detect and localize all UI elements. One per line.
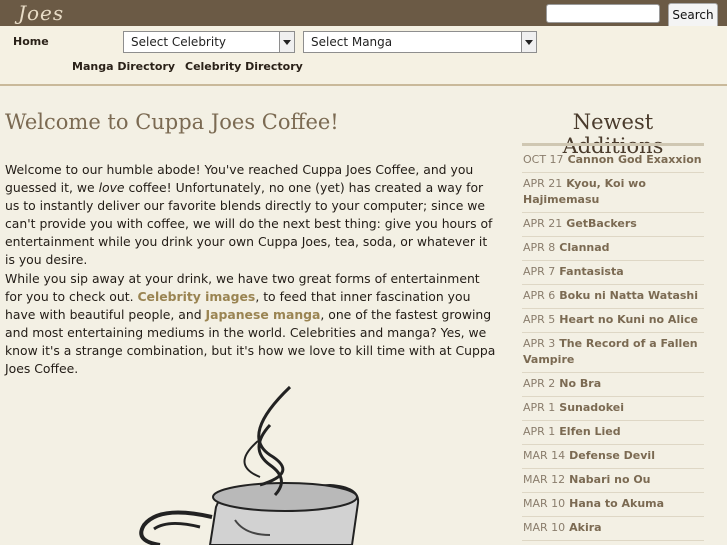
site-logo[interactable]: Joes xyxy=(18,0,64,26)
addition-date: OCT 17 xyxy=(523,153,564,166)
list-item[interactable]: APR 6 Boku ni Natta Watashi xyxy=(522,285,704,309)
list-item[interactable]: MAR 10 Hana to Akuma xyxy=(522,493,704,517)
addition-date: APR 1 xyxy=(523,425,556,438)
list-item[interactable]: MAR 14 Defense Devil xyxy=(522,445,704,469)
manga-directory-link[interactable]: Manga Directory xyxy=(72,60,175,73)
addition-title-link[interactable]: Elfen Lied xyxy=(559,425,620,438)
list-item[interactable]: MAR 10 Akira xyxy=(522,517,704,541)
celebrity-directory-link[interactable]: Celebrity Directory xyxy=(185,60,303,73)
addition-date: APR 7 xyxy=(523,265,556,278)
list-item[interactable]: APR 1 Sunadokei xyxy=(522,397,704,421)
chevron-down-icon xyxy=(279,32,294,52)
list-item[interactable]: APR 8 Clannad xyxy=(522,237,704,261)
celebrity-select-value: Select Celebrity xyxy=(131,35,227,49)
entertainment-paragraph: While you sip away at your drink, we hav… xyxy=(5,270,497,378)
addition-title-link[interactable]: Sunadokei xyxy=(559,401,624,414)
list-item[interactable]: APR 21 GetBackers xyxy=(522,213,704,237)
addition-date: APR 2 xyxy=(523,377,556,390)
list-item[interactable]: APR 21 Kyou, Koi wo Hajimemasu xyxy=(522,173,704,213)
addition-date: MAR 12 xyxy=(523,473,566,486)
addition-title-link[interactable]: Clannad xyxy=(559,241,609,254)
addition-title-link[interactable]: Boku ni Natta Watashi xyxy=(559,289,698,302)
addition-date: APR 8 xyxy=(523,241,556,254)
coffee-cup-illustration xyxy=(139,385,360,545)
intro-paragraph: Welcome to our humble abode! You've reac… xyxy=(5,161,497,269)
addition-title-link[interactable]: Nabari no Ou xyxy=(569,473,650,486)
list-item[interactable]: MAR 12 Nabari no Ou xyxy=(522,469,704,493)
addition-date: MAR 14 xyxy=(523,449,566,462)
manga-select[interactable]: Select Manga xyxy=(303,31,537,53)
addition-title-link[interactable]: No Bra xyxy=(559,377,601,390)
chevron-down-icon xyxy=(521,32,536,52)
addition-title-link[interactable]: Akira xyxy=(569,521,601,534)
newest-additions-list: OCT 17 Cannon God Exaxxion APR 21 Kyou, Koi… xyxy=(522,149,704,541)
list-item[interactable]: APR 5 Heart no Kuni no Alice xyxy=(522,309,704,333)
addition-title-link[interactable]: Heart no Kuni no Alice xyxy=(559,313,698,326)
addition-date: APR 6 xyxy=(523,289,556,302)
search-input[interactable] xyxy=(546,4,660,23)
top-bar: Joes Search xyxy=(0,0,727,29)
addition-date: MAR 10 xyxy=(523,521,566,534)
addition-title-link[interactable]: GetBackers xyxy=(566,217,637,230)
japanese-manga-link[interactable]: Japanese manga xyxy=(206,307,321,322)
intro-emphasis: love xyxy=(98,180,125,195)
page-title: Welcome to Cuppa Joes Coffee! xyxy=(5,110,339,134)
addition-title-link[interactable]: Defense Devil xyxy=(569,449,655,462)
main-nav: Home Select Celebrity Select Manga Manga… xyxy=(0,26,727,86)
nav-home-link[interactable]: Home xyxy=(13,35,49,48)
celebrity-select[interactable]: Select Celebrity xyxy=(123,31,295,53)
addition-date: MAR 10 xyxy=(523,497,566,510)
celebrity-images-link[interactable]: Celebrity images xyxy=(137,289,255,304)
list-item[interactable]: APR 2 No Bra xyxy=(522,373,704,397)
divider xyxy=(522,143,704,146)
list-item[interactable]: OCT 17 Cannon God Exaxxion xyxy=(522,149,704,173)
addition-title-link[interactable]: Hana to Akuma xyxy=(569,497,664,510)
addition-date: APR 1 xyxy=(523,401,556,414)
addition-title-link[interactable]: Cannon God Exaxxion xyxy=(568,153,702,166)
addition-date: APR 3 xyxy=(523,337,556,350)
addition-date: APR 21 xyxy=(523,217,563,230)
addition-title-link[interactable]: Fantasista xyxy=(559,265,623,278)
list-item[interactable]: APR 3 The Record of a Fallen Vampire xyxy=(522,333,704,373)
addition-date: APR 5 xyxy=(523,313,556,326)
list-item[interactable]: APR 7 Fantasista xyxy=(522,261,704,285)
addition-date: APR 21 xyxy=(523,177,563,190)
manga-select-value: Select Manga xyxy=(311,35,393,49)
list-item[interactable]: APR 1 Elfen Lied xyxy=(522,421,704,445)
